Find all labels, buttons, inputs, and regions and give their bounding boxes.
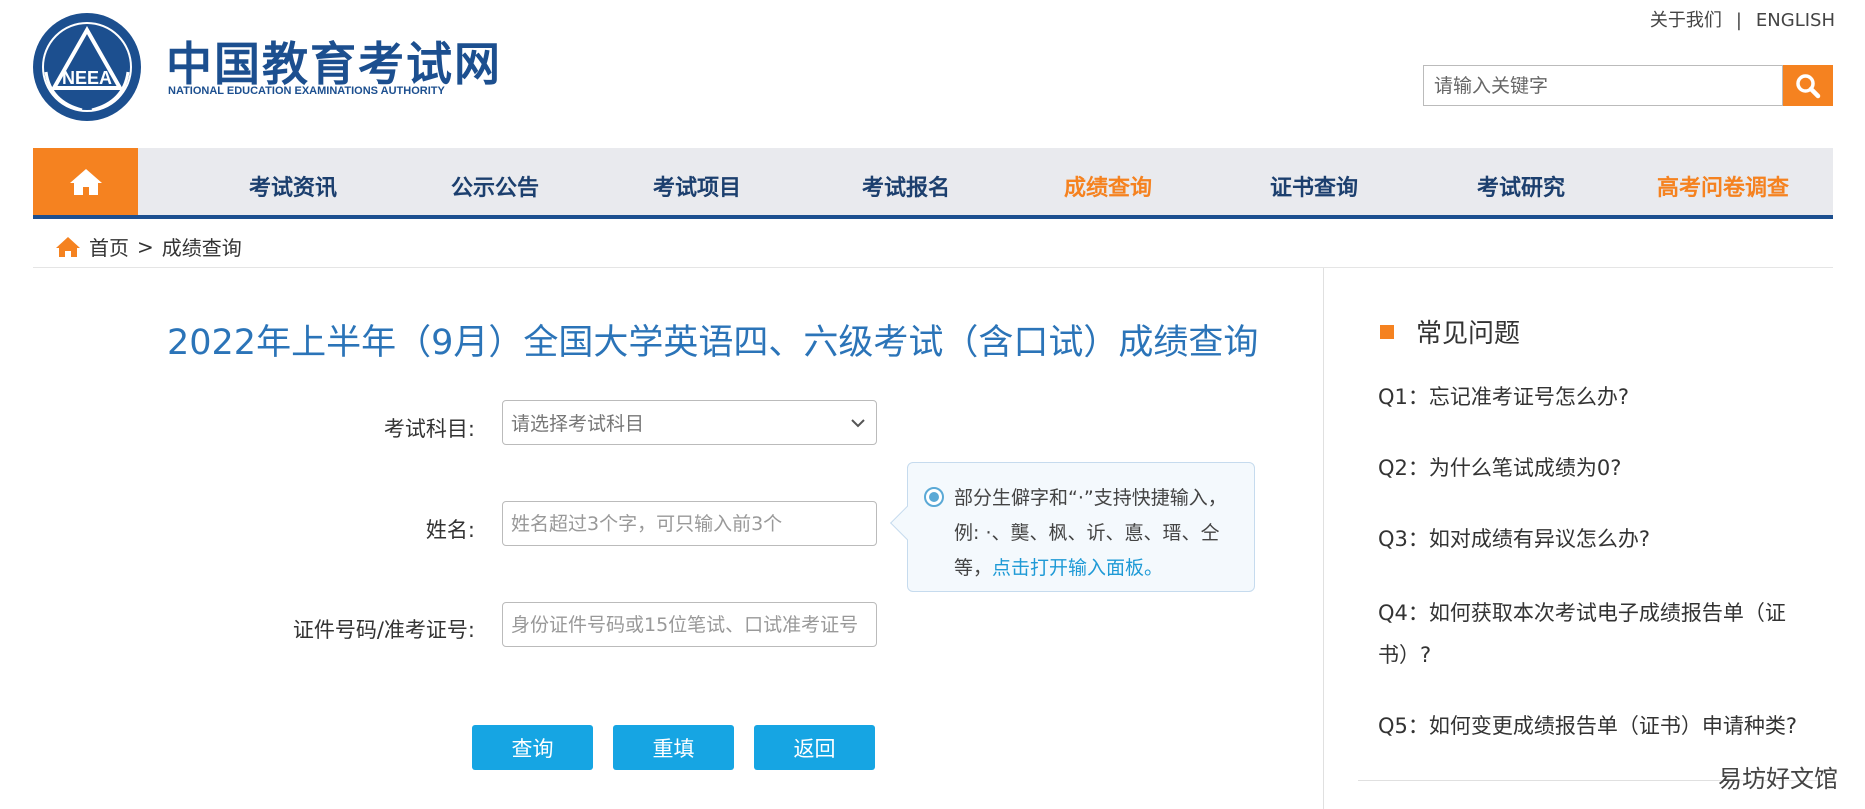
english-link[interactable]: ENGLISH	[1756, 10, 1835, 31]
site-subtitle: NATIONAL EDUCATION EXAMINATIONS AUTHORIT…	[168, 85, 445, 97]
radio-icon	[924, 487, 944, 507]
watermark: 易坊好文馆	[1718, 765, 1838, 793]
faq-item-4[interactable]: Q4：如何获取本次考试电子成绩报告单（证书）?	[1378, 592, 1798, 676]
search-box	[1423, 65, 1783, 106]
neea-logo: NEEA	[33, 13, 141, 121]
faq-item-3[interactable]: Q3：如对成绩有异议怎么办?	[1378, 518, 1798, 560]
header: NEEA 中国教育考试网 NATIONAL EDUCATION EXAMINAT…	[0, 0, 1865, 148]
query-button[interactable]: 查询	[472, 725, 593, 770]
main-nav: 考试资讯 公示公告 考试项目 考试报名 成绩查询 证书查询 考试研究 高考问卷调…	[33, 148, 1833, 219]
id-label: 证件号码/准考证号:	[292, 618, 475, 642]
faq-header: 常见问题	[1380, 313, 1520, 350]
search-input[interactable]	[1424, 66, 1782, 105]
page-title: 2022年上半年（9月）全国大学英语四、六级考试（含口试）成绩查询	[167, 323, 1259, 363]
name-input[interactable]	[511, 512, 876, 535]
home-icon	[69, 168, 102, 195]
nav-item-announcements[interactable]: 公示公告	[451, 170, 539, 202]
divider	[33, 267, 1833, 268]
nav-item-exam-registration[interactable]: 考试报名	[862, 170, 950, 202]
tooltip-arrow	[890, 506, 924, 540]
breadcrumb-current: 成绩查询	[161, 236, 242, 260]
nav-item-exam-research[interactable]: 考试研究	[1477, 170, 1565, 202]
breadcrumb-home-icon	[56, 236, 80, 257]
faq-item-5[interactable]: Q5：如何变更成绩报告单（证书）申请种类?	[1378, 705, 1798, 747]
chevron-down-icon	[851, 418, 865, 427]
back-button[interactable]: 返回	[754, 725, 875, 770]
faq-title: 常见问题	[1416, 319, 1521, 349]
nav-item-certificate-query[interactable]: 证书查询	[1270, 170, 1358, 202]
id-field-wrap	[502, 602, 877, 647]
open-input-panel-link[interactable]: 点击打开输入面板。	[992, 557, 1163, 579]
id-number-input[interactable]	[511, 613, 876, 636]
subject-label: 考试科目:	[383, 417, 475, 441]
top-links: 关于我们 | ENGLISH	[1650, 6, 1835, 32]
name-field-wrap	[502, 501, 877, 546]
breadcrumb: 首页 > 成绩查询	[55, 232, 242, 261]
faq-item-1[interactable]: Q1：忘记准考证号怎么办?	[1378, 376, 1798, 418]
nav-item-gaokao-survey[interactable]: 高考问卷调查	[1657, 170, 1789, 202]
breadcrumb-home-link[interactable]: 首页	[89, 232, 129, 261]
faq-item-2[interactable]: Q2：为什么笔试成绩为0?	[1378, 447, 1798, 489]
square-bullet-icon	[1380, 324, 1394, 339]
nav-item-score-query[interactable]: 成绩查询	[1064, 170, 1152, 202]
breadcrumb-separator: >	[137, 234, 154, 259]
logo-text: NEEA	[62, 68, 112, 88]
input-tip-tooltip: 部分生僻字和“·”支持快捷输入，例: ·、龑、枫、䜣、悳、瑨、仝等，点击打开输入…	[890, 462, 1255, 592]
content-divider	[1323, 268, 1324, 809]
name-label: 姓名:	[425, 518, 475, 542]
reset-button[interactable]: 重填	[613, 725, 734, 770]
top-links-separator: |	[1735, 10, 1742, 31]
about-link[interactable]: 关于我们	[1650, 10, 1722, 31]
search-icon	[1796, 73, 1821, 98]
nav-item-exam-projects[interactable]: 考试项目	[653, 170, 741, 202]
nav-home-button[interactable]	[33, 148, 138, 215]
search-button[interactable]	[1783, 65, 1833, 106]
subject-select[interactable]: 请选择考试科目	[502, 400, 877, 445]
nav-item-exam-news[interactable]: 考试资讯	[249, 170, 337, 202]
subject-select-value: 请选择考试科目	[511, 413, 645, 435]
